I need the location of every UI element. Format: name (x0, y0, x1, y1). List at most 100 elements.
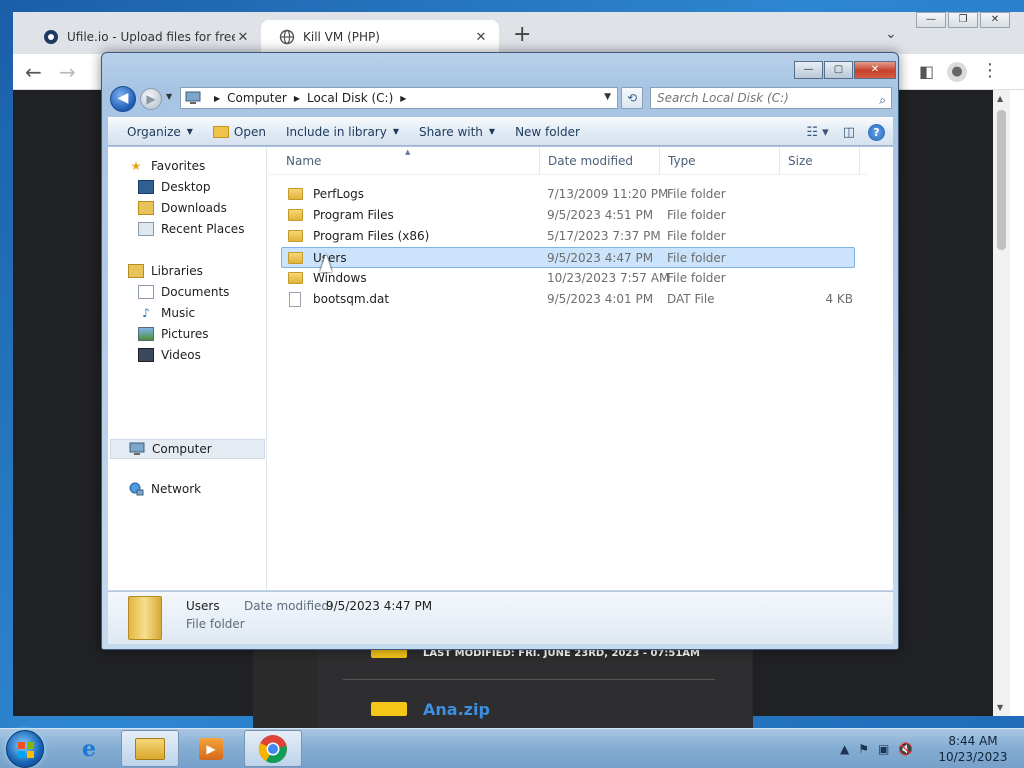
open-label: Open (233, 124, 266, 139)
page-scrollbar[interactable]: ▲ ▼ (993, 90, 1010, 716)
taskbar-chrome[interactable] (244, 730, 302, 767)
browser-close-button[interactable]: ✕ (980, 12, 1010, 28)
scroll-down-icon[interactable]: ▼ (997, 703, 1003, 712)
file-name-link[interactable]: Ana.zip (423, 700, 490, 719)
file-row-program-files-x86[interactable]: Program Files (x86) 5/17/2023 7:37 PM Fi… (282, 226, 856, 247)
file-row-perflogs[interactable]: PerfLogs 7/13/2009 11:20 PM File folder (282, 184, 856, 205)
nav-music[interactable]: ♪ Music (138, 306, 195, 320)
nav-pictures[interactable]: Pictures (138, 327, 209, 341)
column-header-type[interactable]: Type (660, 147, 780, 175)
browser-minimize-button[interactable]: — (916, 12, 946, 28)
tab-close-icon[interactable]: ✕ (235, 30, 251, 45)
tab-ufile[interactable]: Ufile.io - Upload files for free & s ✕ (25, 20, 261, 54)
explorer-window-controls: — ▢ ✕ (793, 61, 896, 79)
column-header-size[interactable]: Size (780, 147, 860, 175)
search-icon[interactable]: ⌕ (879, 90, 886, 110)
nav-desktop[interactable]: Desktop (138, 180, 211, 194)
scroll-up-icon[interactable]: ▲ (997, 94, 1003, 103)
tab-search-chevron-icon[interactable]: ⌄ (885, 26, 897, 42)
taskbar-clock[interactable]: 8:44 AM 10/23/2023 (930, 733, 1016, 765)
include-in-library-button[interactable]: Include in library ▼ (276, 125, 409, 139)
forward-arrow-icon[interactable]: → (59, 60, 76, 84)
nav-label: Pictures (161, 327, 209, 341)
file-name: Program Files (x86) (313, 229, 430, 243)
search-input[interactable] (657, 91, 867, 105)
star-icon: ★ (130, 159, 142, 173)
browser-maximize-button[interactable]: ❐ (948, 12, 978, 28)
nav-documents[interactable]: Documents (138, 285, 229, 299)
start-button[interactable] (6, 730, 44, 768)
nav-libraries[interactable]: Libraries (128, 264, 203, 278)
new-tab-button[interactable]: + (513, 24, 531, 46)
folder-icon (288, 272, 303, 284)
nav-downloads[interactable]: Downloads (138, 201, 227, 215)
profile-avatar[interactable]: ● (947, 62, 967, 82)
close-button[interactable]: ✕ (854, 61, 896, 79)
open-button[interactable]: Open (203, 125, 276, 139)
explorer-body: ★ Favorites Desktop Downloads Recent Pla… (108, 147, 893, 590)
minimize-button[interactable]: — (794, 61, 823, 79)
file-row-program-files[interactable]: Program Files 9/5/2023 4:51 PM File fold… (282, 205, 856, 226)
computer-icon (129, 442, 145, 456)
maximize-button[interactable]: ▢ (824, 61, 853, 79)
file-row-windows[interactable]: Windows 10/23/2023 7:57 AM File folder (282, 268, 856, 289)
action-center-flag-icon[interactable]: ⚑ (858, 742, 869, 756)
search-box[interactable]: ⌕ (650, 87, 892, 109)
internet-explorer-icon: e (82, 735, 96, 762)
nav-network[interactable]: Network (128, 482, 201, 496)
media-player-icon: ▶ (199, 737, 223, 760)
new-folder-button[interactable]: New folder (505, 125, 590, 139)
globe-icon (279, 29, 295, 45)
sidebar-toggle-icon[interactable]: ◧ (919, 62, 934, 81)
nav-recent-places[interactable]: Recent Places (138, 222, 244, 236)
address-dropdown-icon[interactable]: ▼ (604, 92, 611, 102)
nav-label: Desktop (161, 180, 211, 194)
file-type: File folder (667, 208, 726, 222)
folder-icon (288, 230, 303, 242)
scroll-thumb[interactable] (997, 110, 1006, 250)
tab-kill-vm[interactable]: Kill VM (PHP) ✕ (261, 20, 499, 54)
clock-time: 8:44 AM (948, 734, 998, 748)
folder-icon (135, 737, 165, 760)
help-icon[interactable]: ? (868, 124, 885, 141)
file-date: 9/5/2023 4:47 PM (547, 251, 654, 265)
taskbar-windows-explorer[interactable] (121, 730, 179, 767)
show-hidden-icons-chevron-icon[interactable]: ▲ (840, 742, 849, 756)
address-bar[interactable]: ▶ Computer ▶ Local Disk (C:) ▶ ▼ (180, 87, 618, 109)
file-date: 7/13/2009 11:20 PM (547, 187, 669, 201)
computer-icon (185, 91, 201, 105)
breadcrumb-local-disk[interactable]: Local Disk (C:) (307, 91, 393, 105)
refresh-button[interactable]: ⟲ (621, 87, 643, 109)
nav-label: Downloads (161, 201, 227, 215)
organize-button[interactable]: Organize ▼ (117, 125, 203, 139)
taskbar-internet-explorer[interactable]: e (60, 730, 118, 767)
breadcrumb-separator-icon[interactable]: ▶ (400, 94, 406, 103)
menu-kebab-icon[interactable]: ⋮ (981, 60, 999, 81)
file-row-bootsqm[interactable]: bootsqm.dat 9/5/2023 4:01 PM DAT File 4 … (282, 289, 856, 310)
back-button[interactable]: ◀ (110, 86, 136, 112)
change-view-icon[interactable]: ☷ ▾ (799, 125, 835, 140)
tab-title: Kill VM (PHP) (303, 30, 380, 44)
volume-muted-icon[interactable]: 🔇 (898, 742, 913, 756)
tab-close-icon[interactable]: ✕ (473, 30, 489, 45)
file-date: 9/5/2023 4:51 PM (547, 208, 654, 222)
share-with-button[interactable]: Share with ▼ (409, 125, 505, 139)
column-header-date[interactable]: Date modified (540, 147, 660, 175)
file-row-users[interactable]: Users 9/5/2023 4:47 PM File folder (281, 247, 855, 268)
view-controls: ☷ ▾ ◫ ? (799, 118, 893, 147)
taskbar-media-player[interactable]: ▶ (182, 730, 240, 767)
preview-pane-icon[interactable]: ◫ (836, 125, 862, 140)
desktop-icon (138, 180, 154, 194)
breadcrumb-separator-icon[interactable]: ▶ (214, 94, 220, 103)
nav-videos[interactable]: Videos (138, 348, 201, 362)
details-date-label: Date modified: (244, 599, 334, 613)
breadcrumb-separator-icon[interactable]: ▶ (294, 94, 300, 103)
back-arrow-icon[interactable]: ← (25, 60, 42, 84)
network-status-icon[interactable]: ▣ (878, 742, 889, 756)
forward-button[interactable]: ▶ (140, 88, 162, 110)
file-type: File folder (667, 271, 726, 285)
recent-pages-chevron-icon[interactable]: ▼ (166, 92, 172, 101)
nav-favorites[interactable]: ★ Favorites (128, 159, 206, 173)
breadcrumb-computer[interactable]: Computer (227, 91, 287, 105)
nav-computer[interactable]: Computer (110, 439, 265, 459)
